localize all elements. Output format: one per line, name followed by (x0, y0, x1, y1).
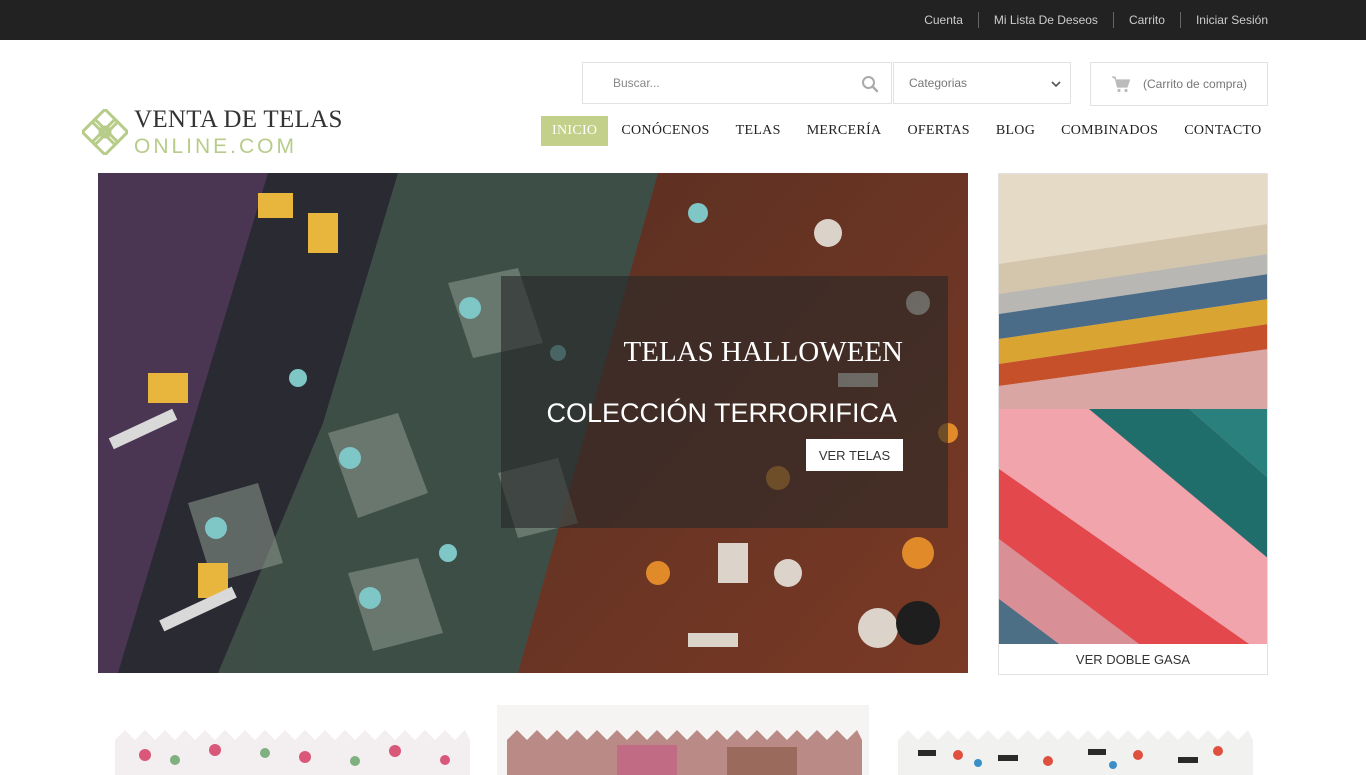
side-banner[interactable]: VER DOBLE GASA (998, 173, 1268, 675)
search-icon[interactable] (861, 75, 879, 93)
hero-caption-box: TELAS HALLOWEEN COLECCIÓN TERRORIFICA VE… (501, 276, 948, 528)
nav-item-contacto[interactable]: CONTACTO (1171, 116, 1274, 146)
site-logo[interactable]: VENTA DE TELAS ONLINE.COM (82, 106, 342, 160)
account-link[interactable]: Cuenta (909, 13, 978, 27)
sewing-print-fabric-thumbnail[interactable] (888, 705, 1260, 775)
nav-item-inicio[interactable]: INICIO (541, 116, 609, 146)
celtic-knot-icon (82, 109, 128, 155)
logo-text-main: VENTA DE TELAS (134, 106, 343, 133)
category-select[interactable]: Categorias (893, 62, 1071, 104)
top-bar: Cuenta Mi Lista De Deseos Carrito Inicia… (0, 0, 1366, 40)
double-gauze-fabric-image (999, 409, 1267, 644)
chevron-down-icon (1051, 81, 1061, 88)
nav-item-blog[interactable]: BLOG (983, 116, 1048, 146)
hero-title: TELAS HALLOWEEN (623, 336, 903, 368)
nav-item-combinados[interactable]: COMBINADOS (1048, 116, 1171, 146)
floral-fabric-thumbnail[interactable] (105, 705, 477, 775)
search-box (582, 62, 892, 104)
account-links: Cuenta Mi Lista De Deseos Carrito Inicia… (909, 0, 1268, 40)
cart-label: (Carrito de compra) (1143, 77, 1248, 91)
nav-item-conocenos[interactable]: CONÓCENOS (608, 116, 722, 146)
nav-item-merceria[interactable]: MERCERÍA (794, 116, 895, 146)
category-select-value: Categorias (909, 76, 968, 90)
search-input[interactable] (583, 63, 843, 103)
hero-subtitle: COLECCIÓN TERRORIFICA (546, 398, 897, 428)
logo-text-domain: ONLINE.COM (134, 135, 298, 158)
view-double-gauze-link[interactable]: VER DOBLE GASA (999, 644, 1267, 674)
cart-button[interactable]: (Carrito de compra) (1090, 62, 1268, 106)
cart-link[interactable]: Carrito (1114, 13, 1180, 27)
nav-item-ofertas[interactable]: OFERTAS (894, 116, 982, 146)
mixed-fabric-thumbnail[interactable] (497, 705, 869, 775)
login-link[interactable]: Iniciar Sesión (1181, 13, 1268, 27)
nav-item-telas[interactable]: TELAS (723, 116, 794, 146)
view-fabrics-button[interactable]: VER TELAS (806, 439, 903, 471)
wishlist-link[interactable]: Mi Lista De Deseos (979, 13, 1113, 27)
hero-slider[interactable]: TELAS HALLOWEEN COLECCIÓN TERRORIFICA VE… (98, 173, 968, 673)
cart-icon (1112, 76, 1131, 93)
waffle-fabric-image (999, 174, 1267, 409)
main-nav: INICIO CONÓCENOS TELAS MERCERÍA OFERTAS … (541, 116, 1275, 146)
